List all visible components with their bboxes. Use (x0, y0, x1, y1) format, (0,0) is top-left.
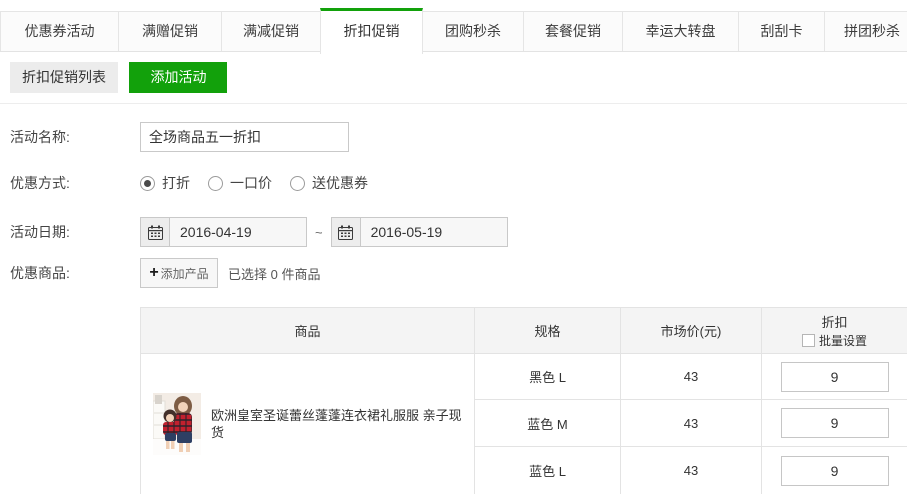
discount-method-row: 优惠方式: 打折 一口价 送优惠券 (0, 173, 907, 193)
header-price: 市场价(元) (621, 308, 762, 354)
table-row: 欧洲皇室圣诞蕾丝蓬蓬连衣裙礼服服 亲子现货 黑色 L 43 (141, 354, 907, 400)
spec-cell: 黑色 L (475, 354, 621, 400)
header-discount-title: 折扣 (762, 313, 907, 331)
activity-dates-label: 活动日期: (10, 222, 140, 242)
activity-name-row: 活动名称: (0, 122, 907, 152)
price-cell: 43 (621, 400, 762, 447)
discount-input[interactable] (781, 456, 889, 486)
discount-cell (762, 400, 907, 447)
promo-products-row: 优惠商品: + 添加产品 已选择 0 件商品 (0, 258, 907, 288)
product-info: 欧洲皇室圣诞蕾丝蓬蓬连衣裙礼服服 亲子现货 (153, 393, 474, 455)
tab-group-seckill[interactable]: 团购秒杀 (423, 11, 524, 51)
radio-option-discount[interactable]: 打折 (140, 173, 190, 193)
price-cell: 43 (621, 447, 762, 494)
promo-tabbar: 优惠券活动 满赠促销 满减促销 折扣促销 团购秒杀 套餐促销 幸运大转盘 刮刮卡… (0, 8, 907, 52)
discount-list-button[interactable]: 折扣促销列表 (10, 62, 118, 93)
start-date-value[interactable]: 2016-04-19 (170, 218, 306, 246)
tab-gift-promo[interactable]: 满赠促销 (119, 11, 222, 51)
plus-icon: + (149, 265, 158, 281)
tab-coupon-activity[interactable]: 优惠券活动 (0, 11, 119, 51)
add-activity-button[interactable]: 添加活动 (129, 62, 227, 93)
tab-package-promo[interactable]: 套餐促销 (524, 11, 623, 51)
radio-selected-icon[interactable] (140, 176, 155, 191)
selected-count-text: 已选择 0 件商品 (228, 264, 320, 283)
discount-cell (762, 447, 907, 494)
end-date-value[interactable]: 2016-05-19 (361, 218, 507, 246)
tab-reduction-promo[interactable]: 满减促销 (222, 11, 321, 51)
calendar-icon[interactable] (332, 218, 361, 246)
start-date-field[interactable]: 2016-04-19 (140, 217, 307, 247)
price-cell: 43 (621, 354, 762, 400)
discount-input[interactable] (781, 362, 889, 392)
radio-option-label: 一口价 (230, 173, 272, 193)
discount-input[interactable] (781, 408, 889, 438)
subnav: 折扣促销列表 添加活动 (0, 52, 907, 104)
radio-option-fixed-price[interactable]: 一口价 (208, 173, 272, 193)
activity-name-label: 活动名称: (10, 127, 140, 147)
spec-cell: 蓝色 M (475, 400, 621, 447)
date-range-separator: ~ (315, 225, 323, 240)
discount-method-label: 优惠方式: (10, 173, 140, 193)
calendar-icon[interactable] (141, 218, 170, 246)
activity-form: 活动名称: 优惠方式: 打折 一口价 送优惠券 活动日期: (0, 122, 907, 288)
tab-discount-promo[interactable]: 折扣促销 (320, 8, 423, 54)
tab-lucky-wheel[interactable]: 幸运大转盘 (623, 11, 739, 51)
add-product-button[interactable]: + 添加产品 (140, 258, 218, 288)
discount-cell (762, 354, 907, 400)
spec-cell: 蓝色 L (475, 447, 621, 494)
activity-name-input[interactable] (140, 122, 349, 152)
batch-set-checkbox[interactable] (802, 334, 815, 347)
end-date-field[interactable]: 2016-05-19 (331, 217, 508, 247)
radio-option-send-coupon[interactable]: 送优惠券 (290, 173, 368, 193)
product-cell: 欧洲皇室圣诞蕾丝蓬蓬连衣裙礼服服 亲子现货 (141, 354, 475, 494)
activity-dates-row: 活动日期: 2016-04-19 ~ 2016-05-19 (0, 217, 907, 247)
radio-unselected-icon[interactable] (208, 176, 223, 191)
header-spec: 规格 (475, 308, 621, 354)
tab-scratch-card[interactable]: 刮刮卡 (739, 11, 825, 51)
product-image (153, 393, 201, 455)
header-discount: 折扣 批量设置 (762, 308, 907, 354)
radio-unselected-icon[interactable] (290, 176, 305, 191)
product-title: 欧洲皇室圣诞蕾丝蓬蓬连衣裙礼服服 亲子现货 (211, 407, 474, 441)
header-product: 商品 (141, 308, 475, 354)
add-product-label: 添加产品 (161, 265, 209, 282)
table-header-row: 商品 规格 市场价(元) 折扣 批量设置 (141, 308, 907, 354)
batch-set-group: 批量设置 (762, 333, 907, 349)
promotion-admin-page: 优惠券活动 满赠促销 满减促销 折扣促销 团购秒杀 套餐促销 幸运大转盘 刮刮卡… (0, 0, 907, 494)
batch-set-label: 批量设置 (819, 333, 867, 349)
radio-option-label: 送优惠券 (312, 173, 368, 193)
products-table: 商品 规格 市场价(元) 折扣 批量设置 (140, 307, 907, 494)
promo-products-label: 优惠商品: (10, 263, 140, 283)
tab-pintuan-seckill[interactable]: 拼团秒杀 (825, 11, 907, 51)
radio-option-label: 打折 (162, 173, 190, 193)
